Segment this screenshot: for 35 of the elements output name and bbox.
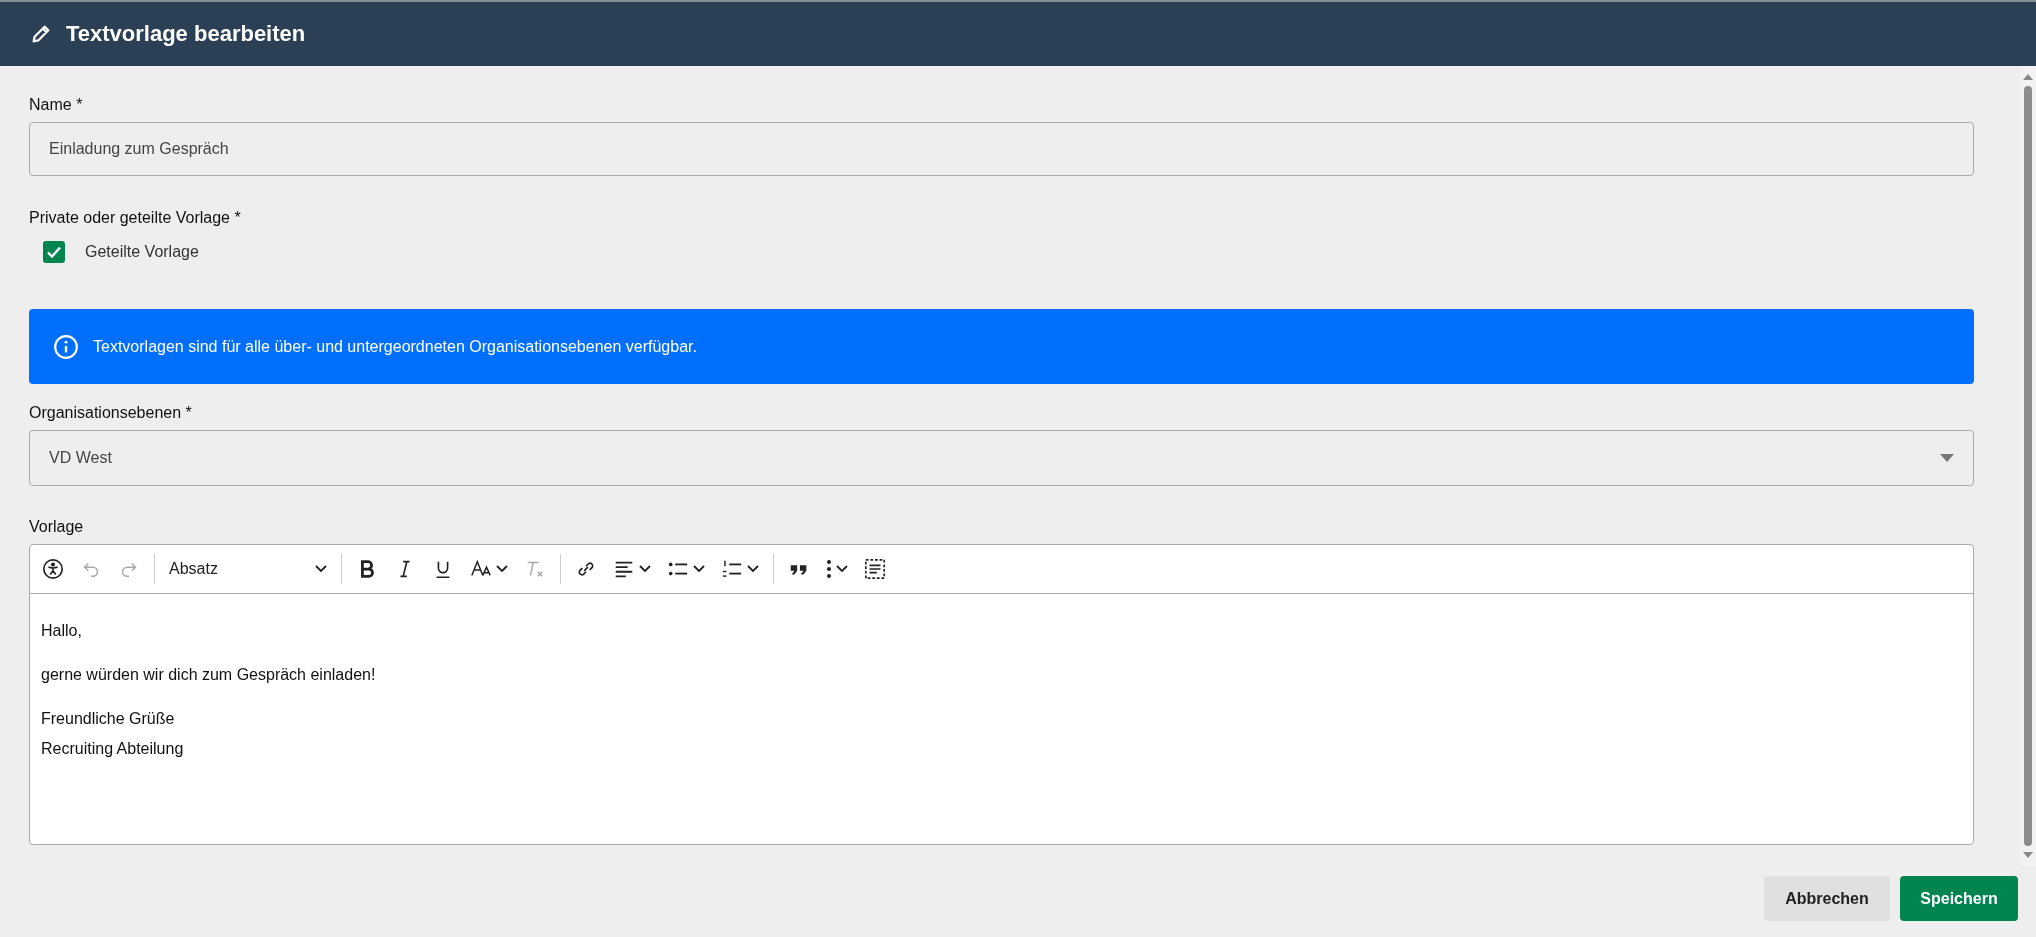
field-label: Name * [29, 96, 84, 114]
text-editor-area[interactable]: Hallo, gerne würden wir dich zum Gespräch einladen! Freundliche Grüße Recruiting Abteilung [30, 594, 1973, 844]
cancel-button[interactable]: Abbrechen [1764, 876, 1890, 921]
chevron-down-icon [496, 565, 508, 573]
scroll-down-arrow-icon[interactable] [2023, 852, 2033, 858]
checkbox[interactable] [43, 241, 65, 263]
more-vertical-icon [826, 559, 832, 579]
editor-text-line: gerne würden wir dich zum Gespräch einladen! [41, 666, 376, 683]
accessibility-icon [42, 558, 64, 580]
chevron-down-icon [747, 565, 759, 573]
paragraph-style-dropdown[interactable]: Absatz [163, 556, 333, 582]
field-label: Vorlage [29, 518, 85, 536]
chevron-down-icon [693, 565, 705, 573]
scroll-up-arrow-icon[interactable] [2023, 74, 2033, 80]
chevron-down-icon [315, 565, 327, 573]
name-input-field[interactable]: Einladung zum Gespräch [29, 122, 1974, 176]
info-text: Textvorlagen sind für alle über- und untergeordneten Organisationsebenen verfügbar. [93, 337, 697, 356]
info-icon [53, 333, 79, 360]
checkbox-label: Geteilte Vorlage [85, 243, 199, 261]
source-block-icon [864, 558, 886, 580]
editor-text-line: Recruiting Abteilung [41, 740, 184, 757]
numbered-list-icon [721, 558, 743, 580]
checkmark-icon [47, 246, 61, 258]
editor-text-line: Hallo, [41, 622, 82, 639]
scrollbar[interactable] [2020, 66, 2036, 866]
save-button[interactable]: Speichern [1900, 876, 2018, 921]
dialog-title: Textvorlage bearbeiten [66, 21, 306, 47]
chevron-down-icon [836, 565, 848, 573]
editor-text-line: Freundliche Grüße [41, 710, 175, 727]
pencil-icon [30, 23, 52, 45]
organisation-select[interactable]: VD West [29, 430, 1974, 486]
field-label: Organisationsebenen * [29, 404, 193, 422]
field-label: Private oder geteilte Vorlage * [29, 209, 242, 227]
dropdown-caret-icon [1940, 454, 1954, 462]
chevron-down-icon [639, 565, 651, 573]
